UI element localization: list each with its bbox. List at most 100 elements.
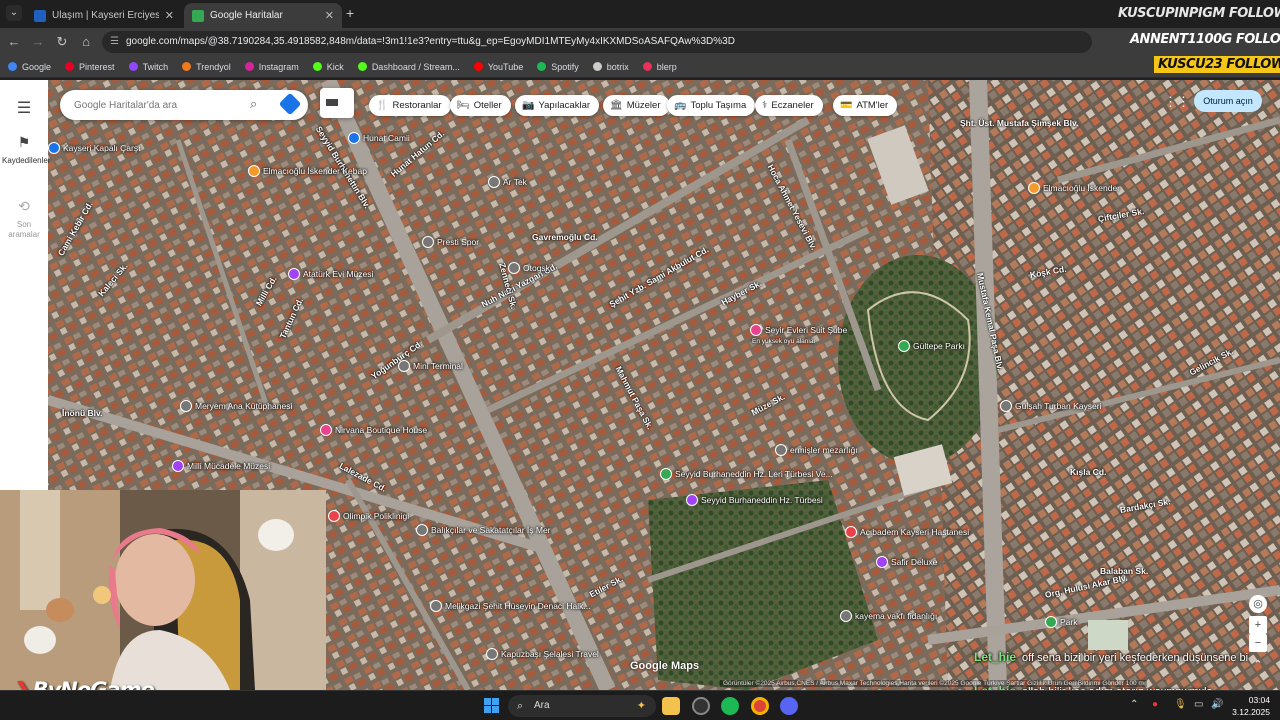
search-input[interactable] xyxy=(60,90,240,120)
map-poi[interactable]: Meryem Ana Kütüphanesi xyxy=(180,400,292,412)
obs-icon[interactable] xyxy=(692,697,710,715)
poi-label: Seyir Evleri Suit Şube xyxy=(765,325,848,335)
chip-bed[interactable]: 🛏 Oteller xyxy=(450,95,511,116)
map-poi[interactable]: Presti Spor xyxy=(422,236,479,248)
volume-icon[interactable]: 🔊 xyxy=(1211,699,1223,710)
history-icon[interactable]: ⟲ xyxy=(14,198,34,215)
webcam-image xyxy=(0,490,326,690)
poi-label: En yüksek oyu alanlar xyxy=(752,338,816,345)
poi-label: Balıkçılar ve Sakatatçılar İş Mer xyxy=(431,525,551,535)
display-icon[interactable]: ▭ xyxy=(1194,699,1203,710)
map-poi[interactable]: Kapuzbaşı Şelalesi Travel xyxy=(486,648,599,660)
poi-pin-icon xyxy=(348,132,360,144)
map-poi[interactable]: Ar Tek xyxy=(488,176,527,188)
fork-knife-icon: 🍴 xyxy=(376,100,389,111)
map-poi[interactable]: Otogsk xyxy=(508,262,550,274)
tab-ulasim[interactable]: Ulaşım | Kayseri Erciyes Kayak M ✕ xyxy=(26,3,182,28)
reload-icon[interactable]: ↻ xyxy=(54,34,70,50)
site-info-icon[interactable]: ☰ xyxy=(110,31,119,53)
bookmark-item[interactable]: Spotify xyxy=(537,62,579,72)
chip-atm[interactable]: 💳 ATM'ler xyxy=(833,95,898,116)
spotify-icon[interactable] xyxy=(721,697,739,715)
map-poi[interactable]: Nirvana Boutique House xyxy=(320,424,427,436)
poi-label: ermişler mezarlığı xyxy=(790,445,858,455)
map-poi[interactable]: Hunat Camii xyxy=(348,132,410,144)
bookmark-item[interactable]: Dashboard / Stream... xyxy=(357,62,460,72)
map-poi[interactable]: Seyir Evleri Suit Şube xyxy=(750,324,847,336)
map-poi[interactable]: Park xyxy=(1045,616,1077,628)
bookmark-item[interactable]: Twitch xyxy=(128,62,168,72)
map-poi[interactable]: En yüksek oyu alanlar xyxy=(752,338,816,345)
map-poi[interactable]: ermişler mezarlığı xyxy=(775,444,858,456)
tab-google-maps[interactable]: Google Haritalar ✕ xyxy=(184,3,342,28)
map-poi[interactable]: Milli Mücadele Müzesi xyxy=(172,460,270,472)
map-poi[interactable]: Acıbadem Kayseri Hastanesi xyxy=(845,526,969,538)
file-explorer-icon[interactable] xyxy=(662,697,680,715)
plus-icon[interactable]: + xyxy=(346,5,354,21)
map-poi[interactable]: Mini Terminal xyxy=(398,360,463,372)
close-tab-icon[interactable]: ✕ xyxy=(165,9,174,22)
map-poi[interactable]: Kayseri Kapalı Çarşı xyxy=(48,142,140,154)
bookmark-favicon-icon xyxy=(128,62,138,71)
poi-pin-icon xyxy=(320,424,332,436)
chip-fork-knife[interactable]: 🍴 Restoranlar xyxy=(369,95,451,116)
directions-icon[interactable] xyxy=(278,92,302,116)
taskbar-search[interactable]: ⌕ Ara ✦ xyxy=(508,695,656,717)
bookmark-icon[interactable]: ⚑ xyxy=(14,134,34,151)
zoom-in-button[interactable]: + xyxy=(1249,616,1267,634)
map-poi[interactable]: Balıkçılar ve Sakatatçılar İş Mer xyxy=(416,524,551,536)
bus-icon: 🚌 xyxy=(674,100,687,111)
back-arrow-icon[interactable]: ← xyxy=(6,34,22,49)
layers-button[interactable] xyxy=(320,88,354,118)
microphone-icon[interactable]: 🎙 xyxy=(1174,699,1187,710)
chrome-icon[interactable] xyxy=(751,697,769,715)
expand-icon[interactable]: ⌃ xyxy=(1249,656,1267,674)
tray-app-icon[interactable]: ● xyxy=(1152,699,1158,710)
bookmark-item[interactable]: Kick xyxy=(312,62,344,72)
address-bar[interactable]: ☰ google.com/maps/@38.7190284,35.4918582… xyxy=(102,31,1092,53)
saved-label[interactable]: Kaydedilenler xyxy=(2,156,50,166)
map-poi[interactable]: Seyyid Burhaneddin Hz. Leri Türbesi Ve..… xyxy=(660,468,833,480)
zoom-out-button[interactable]: − xyxy=(1249,634,1267,652)
chip-label: Toplu Taşıma xyxy=(690,100,747,111)
map-poi[interactable]: Safir Deluxe xyxy=(876,556,937,568)
map-poi[interactable]: Melikgazi Şehit Hüseyin Denaci Halk... xyxy=(430,600,591,612)
chip-museum[interactable]: 🏛 Müzeler xyxy=(603,95,670,116)
system-clock[interactable]: 03:04 3.12.2025 xyxy=(1226,694,1270,718)
bookmark-item[interactable]: Trendyol xyxy=(182,62,231,72)
signin-button[interactable]: Oturum açın xyxy=(1194,90,1262,112)
bookmark-item[interactable]: blerp xyxy=(642,62,677,72)
poi-pin-icon xyxy=(845,526,857,538)
close-tab-icon[interactable]: ✕ xyxy=(325,9,334,22)
maps-search-box[interactable]: ⌕ xyxy=(60,90,308,120)
poi-pin-icon xyxy=(430,600,442,612)
bookmark-item[interactable]: YouTube xyxy=(473,62,523,72)
map-poi[interactable]: Olimpik Poliklinigi xyxy=(328,510,409,522)
atm-icon: 💳 xyxy=(840,100,853,111)
map-poi[interactable]: kayema vakfı fidanlığı xyxy=(840,610,937,622)
menu-icon[interactable]: ☰ xyxy=(14,98,34,118)
tab-search-button[interactable]: ⌄ xyxy=(6,5,22,21)
map-poi[interactable]: Gülşah Turban Kayseri xyxy=(1000,400,1101,412)
my-location-icon[interactable]: ◎ xyxy=(1249,595,1267,613)
forward-arrow-icon[interactable]: → xyxy=(30,34,46,49)
bookmark-item[interactable]: Instagram xyxy=(244,62,299,72)
home-icon[interactable]: ⌂ xyxy=(78,34,94,49)
map-poi[interactable]: Seyyid Burhaneddin Hz. Türbesi xyxy=(686,494,823,506)
chip-bus[interactable]: 🚌 Toplu Taşıma xyxy=(667,95,756,116)
chevron-up-icon[interactable]: ⌃ xyxy=(1130,699,1138,710)
chip-camera[interactable]: 📷 Yapılacaklar xyxy=(515,95,600,116)
discord-icon[interactable] xyxy=(780,697,798,715)
chip-pharmacy[interactable]: ⚕ Eczaneler xyxy=(755,95,823,116)
bookmark-item[interactable]: botrix xyxy=(592,62,629,72)
map-poi[interactable]: Elmacıoğlu İskender Kebap xyxy=(248,165,367,177)
map-poi[interactable]: Elmacıoğlu İskender xyxy=(1028,182,1120,194)
bookmark-item[interactable]: Pinterest xyxy=(65,62,115,72)
windows-start-icon[interactable] xyxy=(484,698,499,713)
map-poi[interactable]: Atatürk Evi Müzesi xyxy=(288,268,373,280)
bookmark-item[interactable]: Google xyxy=(8,62,51,72)
recent-label[interactable]: Son aramalar xyxy=(2,220,46,240)
search-icon[interactable]: ⌕ xyxy=(250,96,257,112)
apps-grid-icon[interactable]: ⋮⋮ xyxy=(1164,94,1190,110)
map-poi[interactable]: Gültepe Parkı xyxy=(898,340,965,352)
